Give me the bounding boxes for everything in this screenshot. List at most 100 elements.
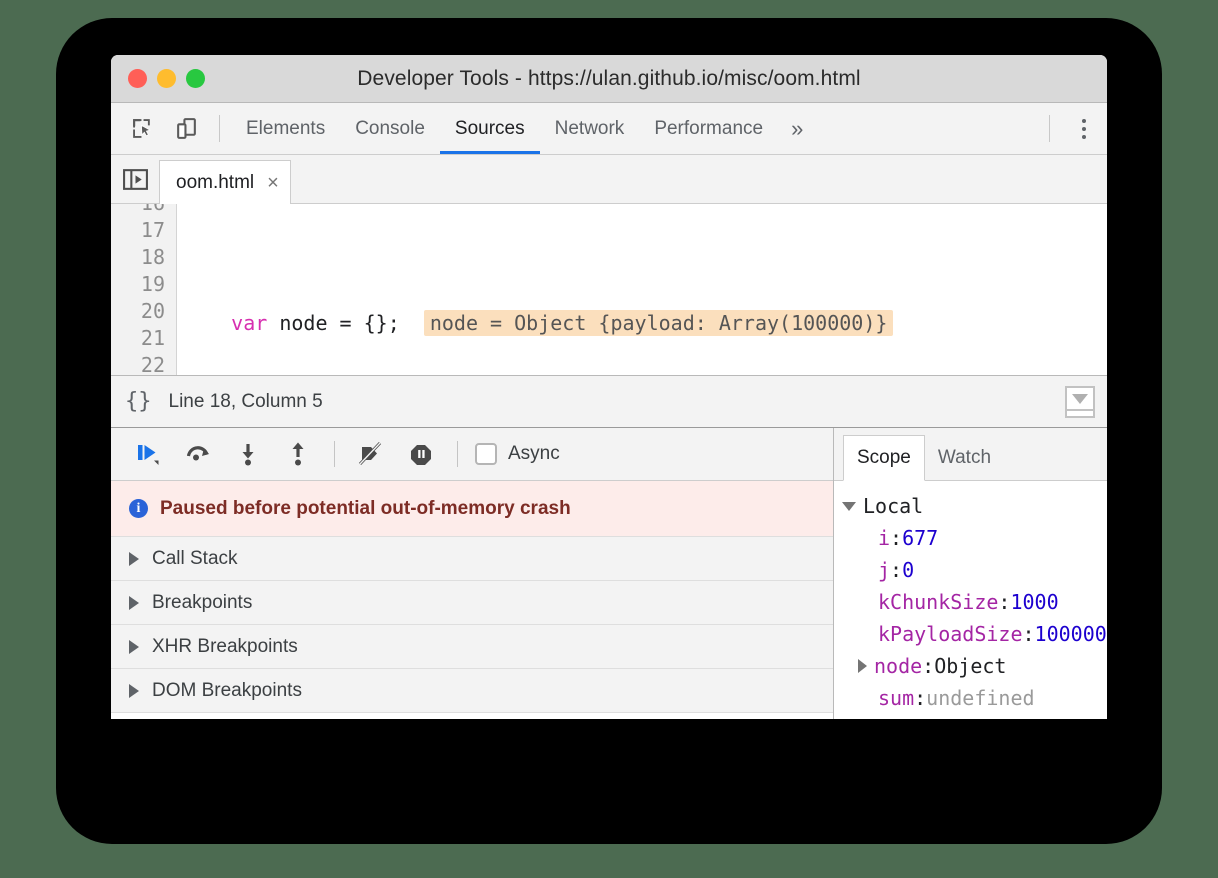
inline-value-hint: node = Object {payload: Array(100000)}	[424, 310, 894, 336]
variable-separator: :	[1023, 618, 1035, 650]
more-tabs-chevron-icon[interactable]: »	[778, 103, 816, 154]
source-code-editor[interactable]: 16 17 18 19 20 21 22 var node = {}; node…	[111, 204, 1107, 376]
step-over-icon[interactable]	[175, 432, 221, 476]
toolbar-divider	[219, 115, 220, 142]
tab-performance[interactable]: Performance	[639, 103, 778, 154]
variable-separator: :	[914, 682, 926, 714]
variable-value: 677	[902, 522, 938, 554]
section-label: Breakpoints	[152, 592, 252, 614]
scope-root-label: Local	[863, 490, 923, 522]
tab-scope-label: Scope	[857, 447, 911, 469]
scope-variable-kpayloadsize[interactable]: kPayloadSize: 100000	[842, 618, 1107, 650]
close-window-button[interactable]	[128, 69, 147, 88]
variable-name: j	[878, 554, 890, 586]
step-into-icon[interactable]	[225, 432, 271, 476]
deactivate-breakpoints-icon[interactable]	[348, 432, 394, 476]
chevron-right-icon[interactable]	[858, 659, 867, 673]
scope-variable-i[interactable]: i: 677	[842, 522, 1107, 554]
more-options-kebab-icon[interactable]	[1061, 103, 1107, 154]
chevron-right-icon	[129, 640, 139, 654]
zoom-window-button[interactable]	[186, 69, 205, 88]
section-call-stack[interactable]: Call Stack	[111, 537, 833, 581]
debugger-split-view: Async i Paused before potential out-of-m…	[111, 428, 1107, 719]
chevron-down-icon	[1072, 394, 1088, 404]
line-number: 22	[111, 352, 176, 376]
variable-name: node	[874, 650, 922, 682]
info-icon: i	[129, 499, 148, 518]
tab-strip-right-group	[1038, 103, 1107, 154]
section-label: XHR Breakpoints	[152, 636, 298, 658]
scope-variable-node[interactable]: node: Object	[842, 650, 1107, 682]
inspect-element-icon[interactable]	[120, 103, 164, 154]
tab-scope[interactable]: Scope	[843, 435, 925, 481]
scope-variable-sum[interactable]: sum: undefined	[842, 682, 1107, 714]
scope-root-local[interactable]: Local	[842, 490, 1107, 522]
device-toolbar-icon[interactable]	[164, 103, 208, 154]
async-stack-traces-toggle[interactable]: Async	[475, 443, 560, 465]
line-number: 17	[111, 217, 176, 244]
variable-separator: :	[922, 650, 934, 682]
show-drawer-button[interactable]	[1065, 386, 1095, 418]
line-number: 20	[111, 298, 176, 325]
section-dom-breakpoints[interactable]: DOM Breakpoints	[111, 669, 833, 713]
tab-sources[interactable]: Sources	[440, 103, 540, 154]
async-checkbox[interactable]	[475, 443, 497, 465]
line-number: 19	[111, 271, 176, 298]
section-label: DOM Breakpoints	[152, 680, 302, 702]
tab-console[interactable]: Console	[340, 103, 440, 154]
code-keyword: var	[231, 311, 267, 335]
async-label: Async	[508, 443, 560, 465]
scope-variable-tree: Local i: 677 j: 0 kChunkSize: 1000 kPayl…	[834, 481, 1107, 714]
variable-value: 0	[902, 554, 914, 586]
section-label: Call Stack	[152, 548, 238, 570]
variable-name: sum	[878, 682, 914, 714]
variable-name: kChunkSize	[878, 586, 998, 618]
scope-watch-tabs: Scope Watch	[834, 428, 1107, 481]
variable-name: i	[878, 522, 890, 554]
step-out-icon[interactable]	[275, 432, 321, 476]
paused-reason-banner: i Paused before potential out-of-memory …	[111, 481, 833, 537]
paused-message: Paused before potential out-of-memory cr…	[160, 498, 571, 520]
tab-console-label: Console	[355, 118, 425, 140]
close-icon[interactable]: ×	[267, 173, 279, 193]
code-indent	[183, 311, 231, 335]
tab-network-label: Network	[555, 118, 625, 140]
minimize-window-button[interactable]	[157, 69, 176, 88]
line-number: 16	[111, 204, 176, 217]
file-tab-label: oom.html	[176, 172, 254, 194]
pause-on-exceptions-icon[interactable]	[398, 432, 444, 476]
toolbar-divider-right	[1049, 115, 1050, 142]
title-bar: Developer Tools - https://ulan.github.io…	[111, 55, 1107, 103]
code-text-area[interactable]: var node = {}; node = Object {payload: A…	[177, 204, 1107, 375]
devtools-window: Developer Tools - https://ulan.github.io…	[111, 55, 1107, 719]
code-text: node = {};	[267, 311, 399, 335]
debugger-toolbar: Async	[111, 428, 833, 481]
editor-status-bar: {} Line 18, Column 5	[111, 376, 1107, 428]
file-tab-oom-html[interactable]: oom.html ×	[159, 160, 291, 204]
variable-name: kPayloadSize	[878, 618, 1023, 650]
tab-elements-label: Elements	[246, 118, 325, 140]
chevron-right-icon	[129, 684, 139, 698]
line-number: 18	[111, 244, 176, 271]
section-xhr-breakpoints[interactable]: XHR Breakpoints	[111, 625, 833, 669]
variable-separator: :	[998, 586, 1010, 618]
variable-value: Object	[934, 650, 1006, 682]
line-number-gutter[interactable]: 16 17 18 19 20 21 22	[111, 204, 177, 375]
resume-icon[interactable]	[125, 432, 171, 476]
panel-tabs: Elements Console Sources Network Perform…	[231, 103, 816, 154]
variable-separator: :	[890, 554, 902, 586]
pretty-print-icon[interactable]: {}	[125, 389, 152, 414]
show-navigator-icon[interactable]	[111, 155, 159, 203]
tab-performance-label: Performance	[654, 118, 763, 140]
tab-elements[interactable]: Elements	[231, 103, 340, 154]
scope-pane: Scope Watch Local i: 677 j: 0 kChunkSize…	[834, 428, 1107, 719]
tab-watch[interactable]: Watch	[925, 435, 1004, 481]
variable-value: 1000	[1010, 586, 1058, 618]
section-breakpoints[interactable]: Breakpoints	[111, 581, 833, 625]
tab-network[interactable]: Network	[540, 103, 640, 154]
scope-variable-j[interactable]: j: 0	[842, 554, 1107, 586]
scope-variable-kchunksize[interactable]: kChunkSize: 1000	[842, 586, 1107, 618]
chevron-right-icon	[129, 596, 139, 610]
tab-sources-label: Sources	[455, 118, 525, 140]
chevron-down-icon	[842, 502, 856, 511]
